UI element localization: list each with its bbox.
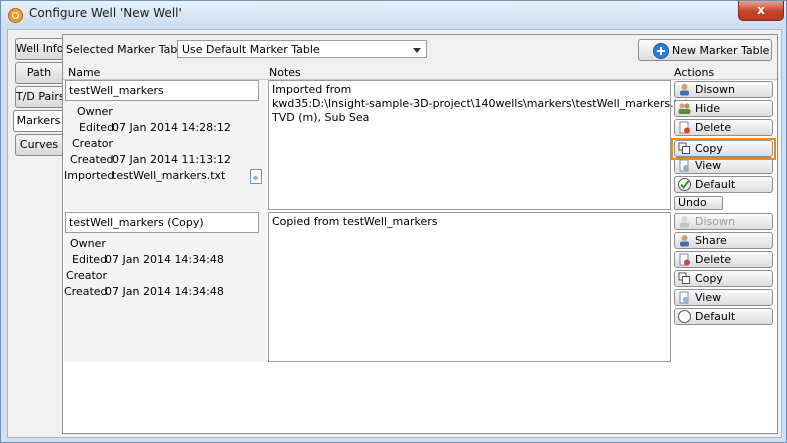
user-icon [680, 216, 689, 228]
creator-label: Creator [66, 269, 108, 282]
imported-label: Imported [64, 169, 115, 182]
marker-name-field[interactable]: testWell_markers (Copy) [65, 212, 259, 233]
document-icon[interactable] [250, 169, 262, 184]
delete-button[interactable]: Delete [674, 251, 773, 268]
delete-label: Delete [695, 121, 732, 134]
new-marker-table-button[interactable]: New Marker Table [638, 39, 772, 61]
default-label: Default [695, 178, 736, 191]
copy-button-highlight [671, 138, 776, 160]
marker-name-field[interactable]: testWell_markers [65, 80, 259, 101]
view-label: View [695, 159, 722, 172]
edited-label: Edited [72, 253, 108, 266]
view-label: View [695, 291, 722, 304]
tab-path[interactable]: Path [15, 62, 62, 84]
checkmark-icon [678, 178, 691, 191]
creator-label: Creator [72, 137, 114, 150]
chevron-down-icon [413, 48, 421, 53]
owner-label: Owner [77, 105, 113, 118]
disown-button[interactable]: Disown [674, 213, 773, 230]
column-header-notes: Notes [269, 66, 301, 79]
view-button[interactable]: View [674, 289, 773, 306]
created-value: 07 Jan 2014 14:34:48 [105, 285, 224, 298]
delete-label: Delete [695, 253, 732, 266]
created-label: Created [70, 153, 114, 166]
copy-label: Copy [695, 272, 723, 285]
default-button[interactable]: Default [674, 176, 773, 193]
app-icon [8, 8, 23, 23]
edited-label: Edited [79, 121, 115, 134]
view-icon [679, 159, 689, 172]
configure-well-dialog: Configure Well 'New Well' x Well Info Pa… [0, 0, 787, 443]
column-header-actions: Actions [674, 66, 715, 79]
markers-panel: Selected Marker Table Use Default Marker… [62, 34, 778, 434]
delete-button[interactable]: Delete [674, 119, 773, 136]
copy-icon [678, 272, 690, 284]
delete-document-icon [679, 121, 690, 134]
default-label: Default [695, 310, 736, 323]
disown-label: Disown [695, 215, 735, 228]
share-label: Share [695, 234, 727, 247]
marker-table-label: Selected Marker Table [66, 43, 188, 56]
marker-table-value: Use Default Marker Table [182, 43, 320, 56]
tab-td-pairs[interactable]: T/D Pairs [15, 86, 62, 108]
created-value: 07 Jan 2014 11:13:12 [112, 153, 231, 166]
copy-button[interactable]: Copy [674, 270, 773, 287]
delete-document-icon [679, 253, 690, 266]
owner-label: Owner [70, 237, 106, 250]
view-icon [679, 291, 689, 304]
radio-empty-icon [678, 310, 691, 323]
row-1-name-cell: testWell_markers Owner Edited 07 Jan 201… [64, 80, 267, 211]
created-label: Created [64, 285, 108, 298]
hide-button[interactable]: Hide [674, 100, 773, 117]
column-header-row [63, 65, 777, 80]
row-2-name-cell: testWell_markers (Copy) Owner Edited 07 … [64, 212, 267, 362]
window-title: Configure Well 'New Well' [29, 6, 182, 20]
user-icon [680, 84, 689, 96]
tab-curves[interactable]: Curves [15, 134, 62, 156]
close-button[interactable]: x [738, 1, 784, 21]
title-bar: Configure Well 'New Well' x [1, 1, 786, 28]
imported-value: testWell_markers.txt [112, 169, 226, 182]
column-header-name: Name [68, 66, 101, 79]
row-2-notes[interactable]: Copied from testWell_markers [268, 212, 671, 362]
user-icon [680, 235, 689, 247]
undo-button[interactable]: Undo [674, 196, 723, 210]
disown-label: Disown [695, 83, 735, 96]
new-marker-table-label: New Marker Table [672, 44, 770, 57]
edited-value: 07 Jan 2014 14:34:48 [105, 253, 224, 266]
edited-value: 07 Jan 2014 14:28:12 [112, 121, 231, 134]
tab-well-info[interactable]: Well Info [15, 38, 62, 60]
users-icon [678, 103, 691, 114]
hide-label: Hide [695, 102, 721, 115]
row-1-notes[interactable]: Imported from kwd35:D:\Insight-sample-3D… [268, 80, 689, 210]
plus-icon [653, 43, 669, 59]
disown-button[interactable]: Disown [674, 81, 773, 98]
dialog-body: Well Info Path T/D Pairs Markers Curves … [7, 29, 782, 438]
marker-table-select[interactable]: Use Default Marker Table [177, 40, 427, 58]
share-button[interactable]: Share [674, 232, 773, 249]
tab-markers[interactable]: Markers [13, 110, 63, 132]
default-button[interactable]: Default [674, 308, 773, 325]
